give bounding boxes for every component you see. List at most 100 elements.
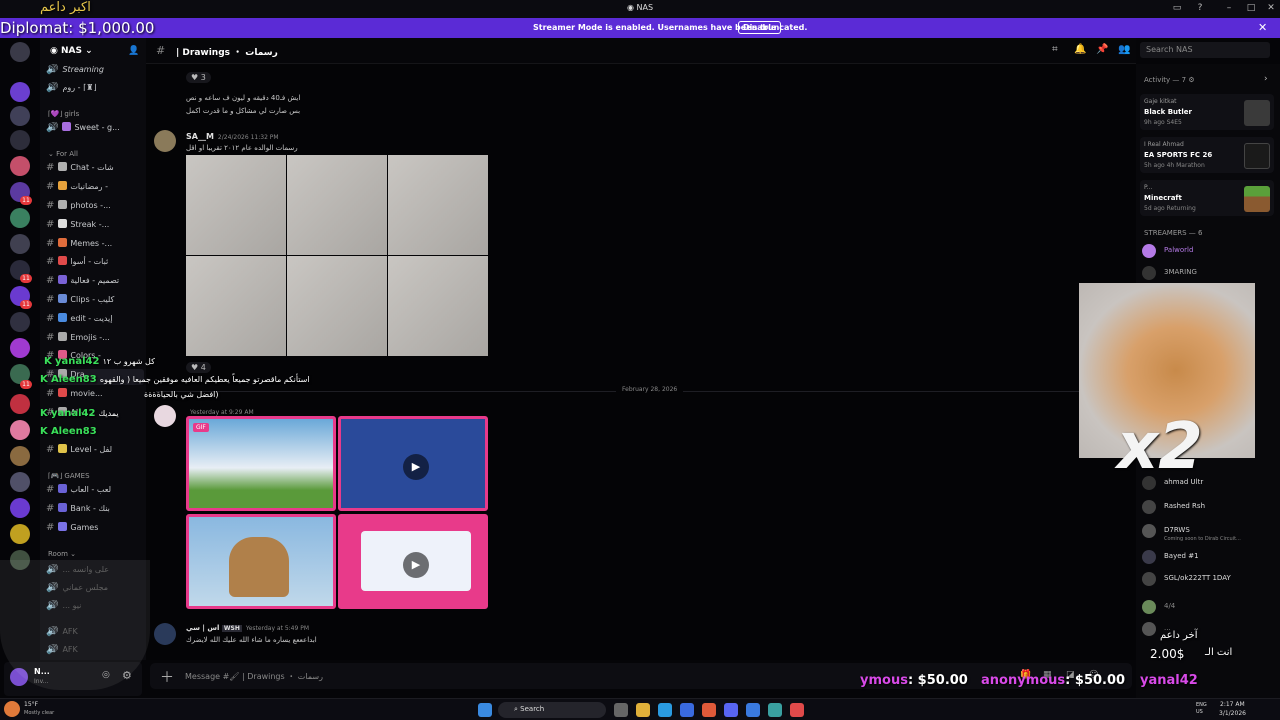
chevron-right-icon[interactable]: › xyxy=(1264,74,1268,84)
activity-header: Activity — 7 ⚙ xyxy=(1144,76,1195,84)
member-item[interactable]: Rashed Rsh xyxy=(1142,498,1276,516)
category-games[interactable]: ⌈🎮⌋ GAMES xyxy=(48,472,90,480)
threads-icon[interactable]: ⌗ xyxy=(1052,44,1058,55)
help-icon[interactable]: ? xyxy=(1193,3,1207,13)
pin-icon[interactable]: 📌 xyxy=(1096,44,1108,55)
server-icon[interactable] xyxy=(10,472,30,492)
server-icon[interactable] xyxy=(10,420,30,440)
server-icon[interactable] xyxy=(10,312,30,332)
server-icon[interactable] xyxy=(10,208,30,228)
drawing-image[interactable] xyxy=(287,256,387,356)
overlay-diplomat: Diplomat: $1,000.00 xyxy=(0,19,155,37)
server-icon[interactable] xyxy=(10,446,30,466)
members-icon[interactable]: 👥 xyxy=(1118,44,1130,55)
brave-icon[interactable] xyxy=(702,703,716,717)
maximize-button[interactable]: □ xyxy=(1244,3,1258,13)
category-girls[interactable]: ⌈💜⌋ girls xyxy=(48,110,79,118)
play-icon[interactable]: ▶ xyxy=(403,454,429,480)
channel-ramadan[interactable]: # رمضانيات - xyxy=(46,181,144,197)
app-icon[interactable] xyxy=(746,703,760,717)
reaction-heart[interactable]: ♥ 3 xyxy=(186,72,211,83)
disable-button[interactable]: Disable xyxy=(738,21,782,34)
close-icon[interactable]: ✕ xyxy=(1258,21,1267,34)
store-icon[interactable] xyxy=(680,703,694,717)
weather-desc: Mostly clear xyxy=(24,710,55,716)
avatar[interactable] xyxy=(154,623,176,645)
inbox-icon[interactable]: ▭ xyxy=(1170,3,1184,13)
clock-date[interactable]: 3/1/2026 xyxy=(1219,710,1246,717)
server-name[interactable]: ◉ NAS ⌄ xyxy=(50,46,93,56)
server-icon[interactable] xyxy=(10,82,30,102)
app-icon[interactable] xyxy=(790,703,804,717)
member-item[interactable]: SGL/ok222TT 1DAY xyxy=(1142,570,1276,588)
channel-bank[interactable]: # Bank - بنك xyxy=(46,503,144,519)
app-icon[interactable] xyxy=(768,703,782,717)
minimize-button[interactable]: – xyxy=(1222,3,1236,13)
language-indicator[interactable]: ENG US xyxy=(1196,702,1210,716)
channel-level[interactable]: # Level - لفل xyxy=(46,444,144,460)
video-media[interactable]: ▶ xyxy=(338,514,488,609)
channel-play[interactable]: # لعب - العاب xyxy=(46,484,144,500)
channel-sweet[interactable]: 🔊 Sweet - g... xyxy=(46,122,144,138)
server-icon[interactable] xyxy=(10,156,30,176)
search-input[interactable]: Search NAS xyxy=(1140,42,1270,58)
close-window-button[interactable]: ✕ xyxy=(1264,3,1278,13)
server-icon[interactable] xyxy=(10,106,30,126)
file-explorer-icon[interactable] xyxy=(636,703,650,717)
channel-thabat[interactable]: # ثبات - أسوا xyxy=(46,256,144,272)
weather-icon[interactable] xyxy=(4,701,20,717)
channel-streaming[interactable]: 🔊 Streaming xyxy=(46,64,144,80)
video-media[interactable]: ▶ xyxy=(338,416,488,511)
avatar[interactable] xyxy=(154,130,176,152)
taskbar-search[interactable]: ⌕ Search xyxy=(498,702,606,718)
server-icon[interactable] xyxy=(10,42,30,62)
streamer-mode-banner: Streamer Mode is enabled. Usernames have… xyxy=(0,18,1280,38)
message-author[interactable]: SA__M 2/24/2026 11:32 PM xyxy=(186,132,279,141)
drawing-image[interactable] xyxy=(287,155,387,255)
server-icon[interactable] xyxy=(10,524,30,544)
channel-emojis[interactable]: # Emojis -... xyxy=(46,332,144,348)
channel-memes[interactable]: # Memes -... xyxy=(46,238,144,254)
channel-chat[interactable]: # Chat - شات xyxy=(46,162,144,178)
glass-overlay-image xyxy=(0,560,150,690)
channel-games[interactable]: # Games xyxy=(46,522,144,538)
message-text: رسمات الوالده عام ٢٠١٢ تقريبا او اقل xyxy=(186,144,298,152)
drawing-image[interactable] xyxy=(186,155,286,255)
drawing-image[interactable] xyxy=(186,256,286,356)
channel-photos[interactable]: # photos -... xyxy=(46,200,144,216)
task-view-icon[interactable] xyxy=(614,703,628,717)
discord-icon[interactable] xyxy=(724,703,738,717)
server-icon[interactable] xyxy=(10,498,30,518)
server-icon[interactable] xyxy=(10,130,30,150)
category-room[interactable]: Room ⌄ xyxy=(48,550,76,558)
taskbar: 15°F Mostly clear ⌕ Search ENG US 2:17 A… xyxy=(0,698,1280,720)
channel-room[interactable]: 🔊 روم - ⌈♜⌋ xyxy=(46,82,144,98)
activity-card[interactable]: Gaje kitkat Black Butler 9h ago S4E5 xyxy=(1140,94,1274,130)
add-attachment-icon[interactable]: ＋ xyxy=(160,667,174,687)
edge-icon[interactable] xyxy=(658,703,672,717)
member-item[interactable]: Palworld xyxy=(1142,242,1276,260)
member-item[interactable]: Bayed #1 xyxy=(1142,548,1276,566)
start-icon[interactable] xyxy=(478,703,492,717)
message-author[interactable]: اس | سي WSH Yesterday at 5:49 PM xyxy=(186,624,309,632)
clock-time[interactable]: 2:17 AM xyxy=(1220,701,1245,708)
composer-placeholder: Message #🖌 | Drawings ・ رسمات xyxy=(185,672,323,681)
activity-card[interactable]: I Real Ahmad EA SPORTS FC 26 5h ago 4h M… xyxy=(1140,137,1274,173)
server-icon[interactable] xyxy=(10,234,30,254)
gif-media[interactable] xyxy=(186,514,336,609)
channel-design[interactable]: # تصميم - فعالية xyxy=(46,275,144,291)
channel-edit[interactable]: # edit - إيديت xyxy=(46,313,144,329)
server-icon[interactable] xyxy=(10,338,30,358)
play-icon[interactable]: ▶ xyxy=(403,552,429,578)
channel-clips[interactable]: # Clips - كليب xyxy=(46,294,144,310)
add-user-icon[interactable]: 👤 xyxy=(128,46,139,56)
bell-icon[interactable]: 🔔 xyxy=(1074,44,1086,55)
drawing-image[interactable] xyxy=(388,256,488,356)
server-icon[interactable] xyxy=(10,394,30,414)
member-item[interactable]: 4/4 xyxy=(1142,598,1276,616)
category-for-all[interactable]: ⌄ For All xyxy=(48,150,78,158)
activity-card[interactable]: P... Minecraft 5d ago Returning xyxy=(1140,180,1274,216)
channel-streak[interactable]: # Streak -... xyxy=(46,219,144,235)
drawing-image[interactable] xyxy=(388,155,488,255)
member-item[interactable]: 3MARING xyxy=(1142,264,1276,282)
